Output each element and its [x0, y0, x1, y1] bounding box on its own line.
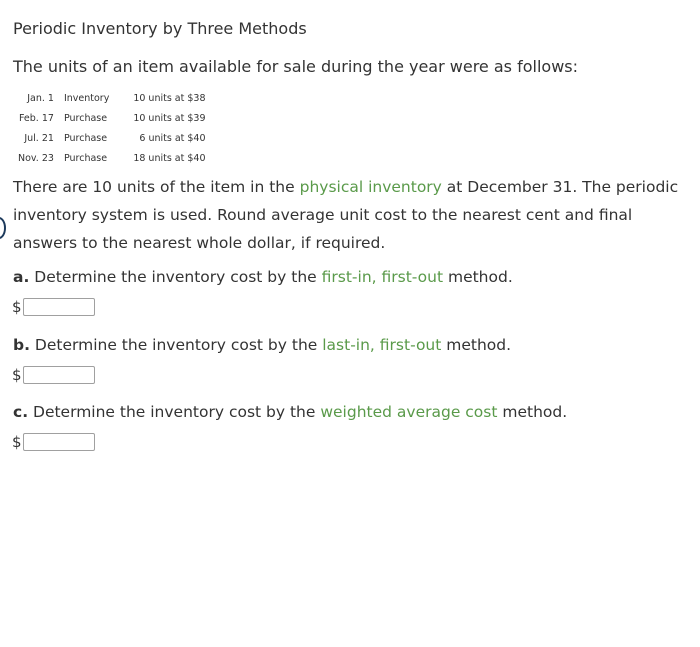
row-quantity: 6 units at $40: [139, 132, 206, 144]
row-date: Feb. 17: [18, 112, 54, 124]
question-letter: a.: [13, 268, 30, 286]
answer-a: $: [12, 298, 95, 316]
term-link-lifo[interactable]: last-in, first-out: [322, 336, 441, 354]
instructions-paragraph: There are 10 units of the item in the ph…: [13, 173, 698, 257]
row-date: Nov. 23: [18, 152, 54, 164]
inventory-table: Jan. 1 Inventory 10 units at $38 Feb. 17…: [14, 88, 210, 168]
row-description: Purchase: [63, 152, 108, 164]
question-text: Determine the inventory cost by the: [29, 336, 323, 354]
fifo-cost-input[interactable]: [22, 298, 95, 316]
question-text: Determine the inventory cost by the: [28, 403, 321, 421]
answer-b: $: [12, 366, 95, 384]
row-date: Jan. 1: [27, 92, 54, 104]
row-quantity: 10 units at $39: [133, 112, 206, 124]
table-row: Jul. 21 Purchase 6 units at $40: [14, 128, 210, 148]
question-letter: c.: [13, 403, 29, 421]
table-row: Jan. 1 Inventory 10 units at $38: [14, 88, 210, 108]
row-description: Inventory: [63, 92, 110, 104]
dollar-sign: $: [12, 433, 22, 451]
term-link-fifo[interactable]: first-in, first-out: [322, 268, 443, 286]
question-c: c. Determine the inventory cost by the w…: [13, 403, 567, 421]
row-description: Purchase: [63, 112, 108, 124]
lifo-cost-input[interactable]: [22, 366, 95, 384]
table-row: Nov. 23 Purchase 18 units at $40: [14, 148, 210, 168]
table-row: Feb. 17 Purchase 10 units at $39: [14, 108, 210, 128]
intro-text: The units of an item available for sale …: [13, 57, 578, 76]
para-text: There are 10 units of the item in the: [13, 178, 300, 196]
term-link-physical-inventory[interactable]: physical inventory: [300, 178, 442, 196]
row-date: Jul. 21: [24, 132, 54, 144]
question-letter: b.: [13, 336, 30, 354]
question-text: Determine the inventory cost by the: [29, 268, 322, 286]
question-text: method.: [443, 268, 513, 286]
question-text: method.: [441, 336, 512, 354]
question-b: b. Determine the inventory cost by the l…: [13, 336, 511, 354]
weighted-average-cost-input[interactable]: [22, 433, 95, 451]
row-quantity: 18 units at $40: [133, 152, 206, 164]
circle-marker-icon: [0, 217, 6, 239]
question-text: method.: [497, 403, 568, 421]
row-description: Purchase: [63, 132, 108, 144]
dollar-sign: $: [12, 298, 22, 316]
row-quantity: 10 units at $38: [133, 92, 206, 104]
question-a: a. Determine the inventory cost by the f…: [13, 268, 513, 286]
term-link-weighted-average[interactable]: weighted average cost: [320, 403, 497, 421]
page-title: Periodic Inventory by Three Methods: [13, 19, 307, 38]
dollar-sign: $: [12, 366, 22, 384]
answer-c: $: [12, 433, 95, 451]
